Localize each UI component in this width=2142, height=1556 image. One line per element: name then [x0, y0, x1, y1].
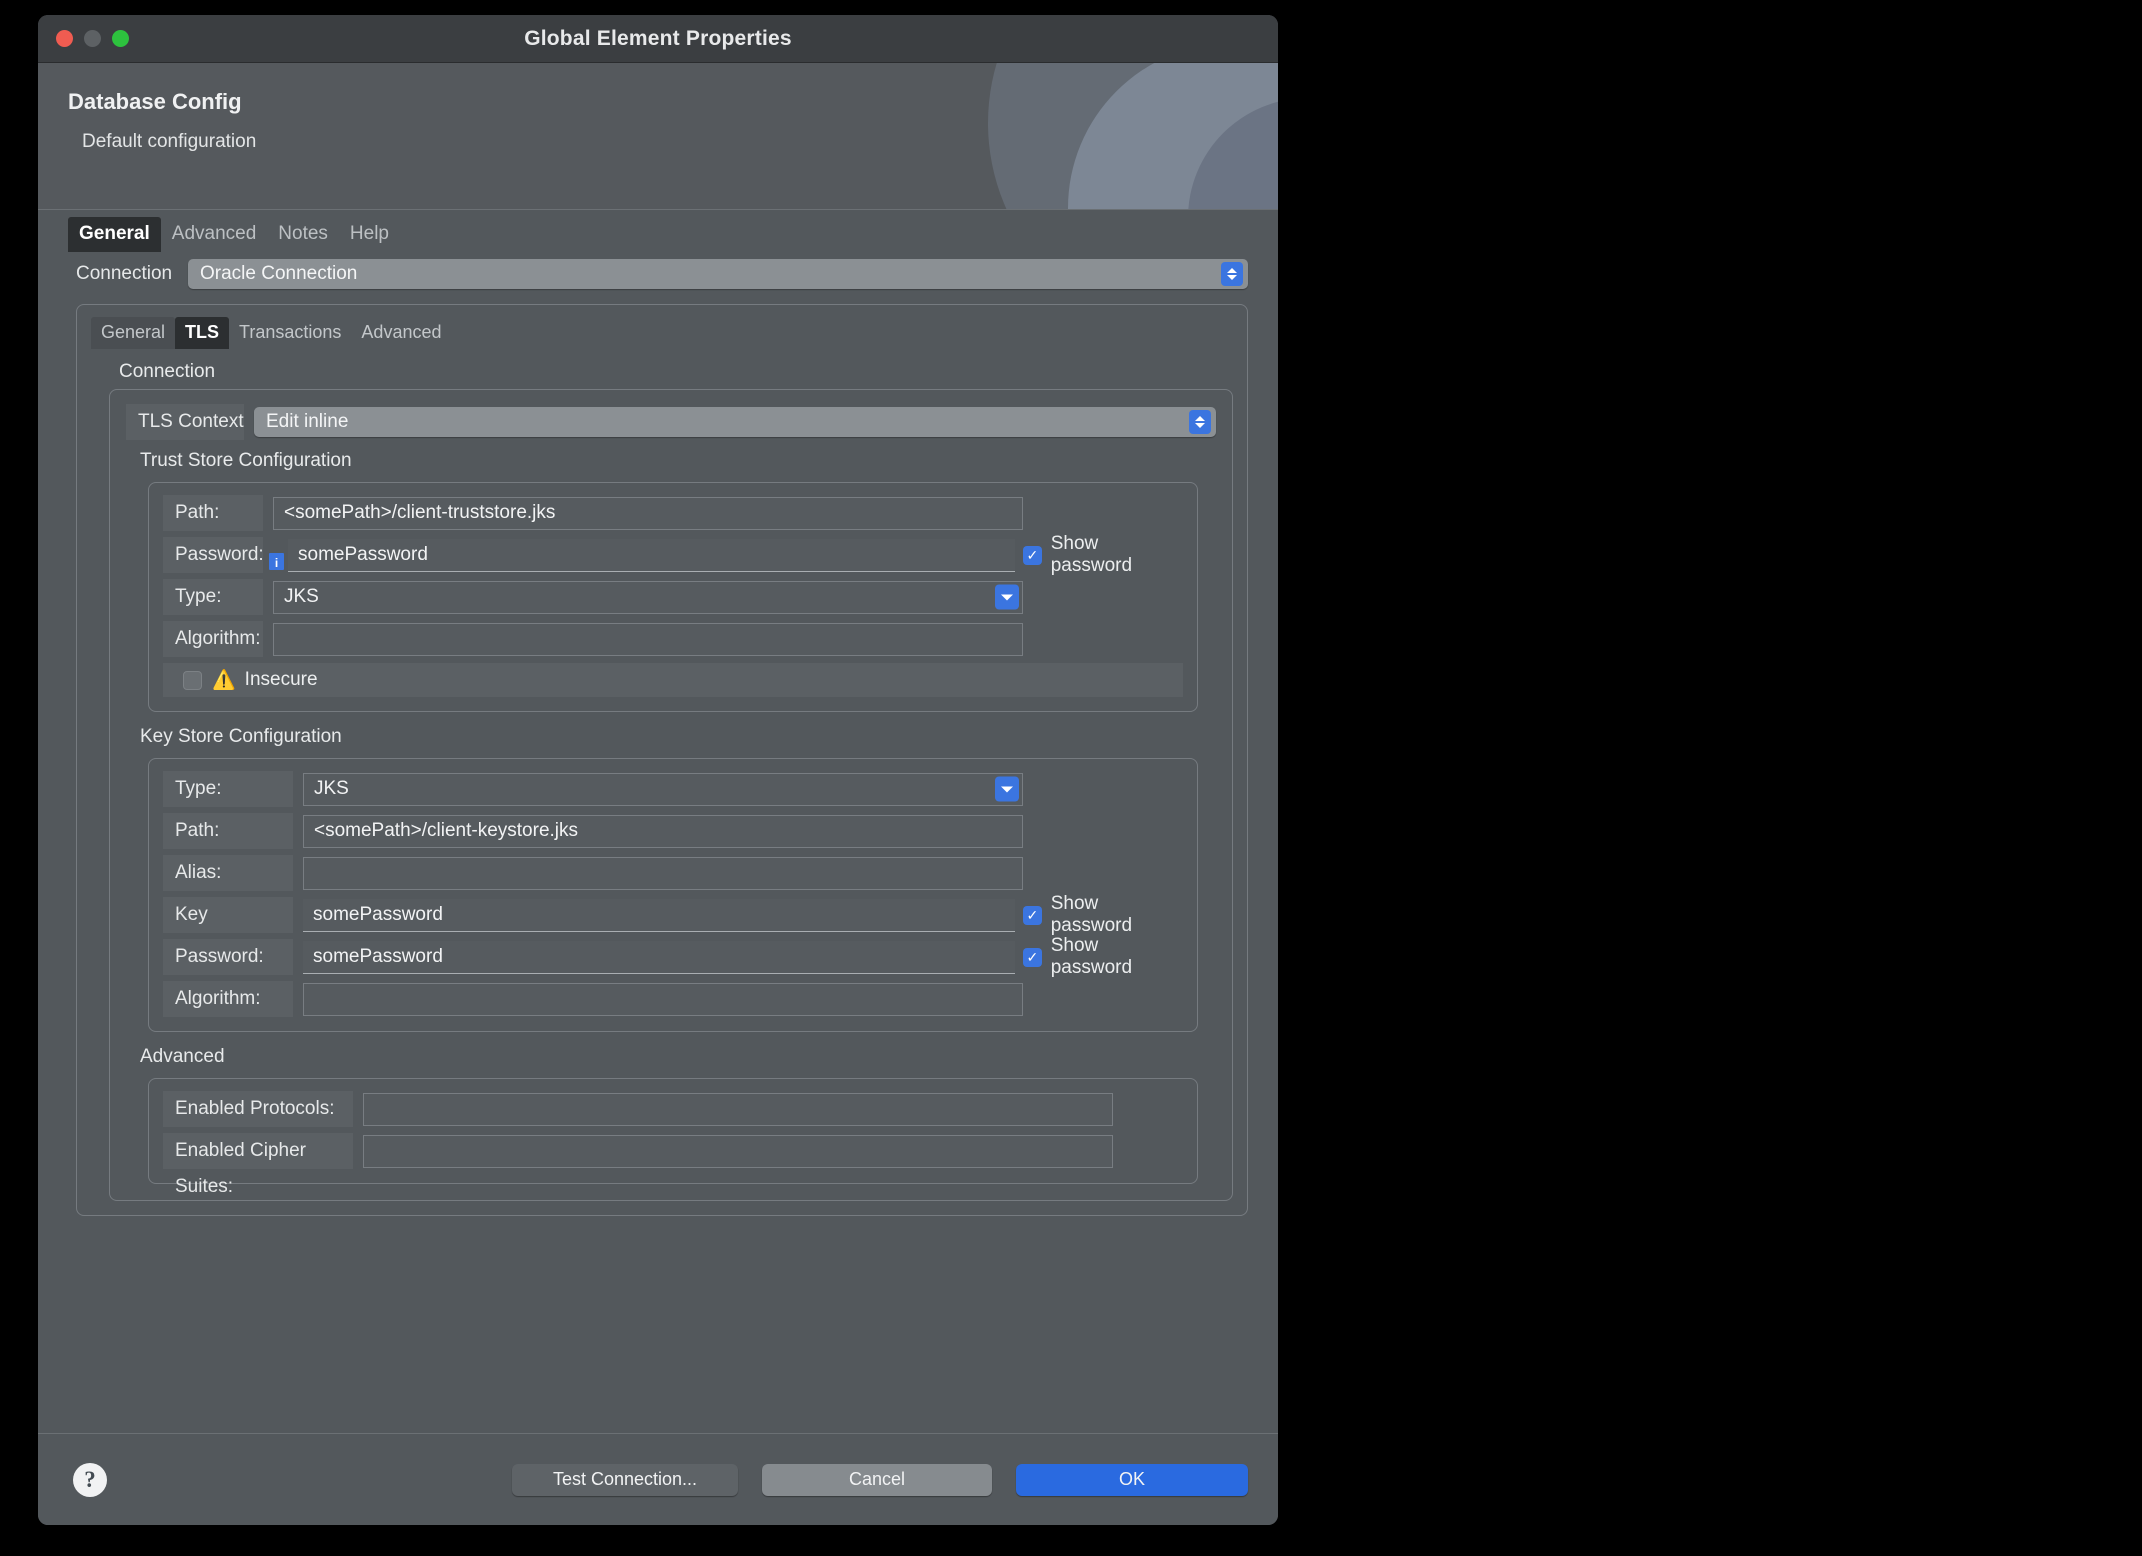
trust-algorithm-row: Algorithm:: [163, 621, 1183, 657]
dialog-footer: ? Test Connection... Cancel OK: [38, 1433, 1278, 1525]
trust-password-input[interactable]: somePassword: [288, 538, 1015, 572]
tab-notes[interactable]: Notes: [267, 217, 339, 252]
window-title: Global Element Properties: [524, 26, 792, 50]
key-alias-row: Alias:: [163, 855, 1183, 891]
advanced-title: Advanced: [140, 1046, 225, 1067]
warning-triangle-icon: ⚠️: [212, 670, 236, 691]
window-titlebar: Global Element Properties: [38, 15, 1278, 63]
connection-settings-panel: General TLS Transactions Advanced Connec…: [76, 304, 1248, 1216]
key-algorithm-label: Algorithm:: [163, 981, 293, 1017]
chevron-down-icon[interactable]: [995, 584, 1019, 610]
trust-path-label: Path:: [163, 495, 263, 531]
trust-path-input[interactable]: <somePath>/client-truststore.jks: [273, 496, 1023, 530]
outer-tab-bar: General Advanced Notes Help: [38, 210, 1278, 252]
trust-path-row: Path: <somePath>/client-truststore.jks: [163, 495, 1183, 531]
insecure-row[interactable]: ⚠️ Insecure: [163, 663, 1183, 697]
trust-show-password-toggle[interactable]: ✓ Show password: [1023, 533, 1183, 577]
key-store-title: Key Store Configuration: [140, 726, 342, 747]
trust-password-label: Password:: [163, 537, 264, 573]
chevron-updown-icon[interactable]: [1221, 262, 1243, 286]
store-password-row: Password: somePassword ✓ Show password: [163, 935, 1183, 978]
config-header: Database Config Default configuration: [38, 63, 1278, 210]
checkbox-unchecked-icon[interactable]: [183, 670, 202, 690]
tls-context-row: TLS Context Edit inline: [126, 404, 1216, 440]
key-password-input[interactable]: somePassword: [303, 898, 1015, 932]
key-type-row: Type: JKS: [163, 771, 1183, 807]
key-password-show-toggle[interactable]: ✓ Show password: [1023, 893, 1183, 937]
trust-type-label: Type:: [163, 579, 263, 615]
chevron-down-icon[interactable]: [995, 776, 1019, 802]
key-algorithm-input[interactable]: [303, 982, 1023, 1016]
tab-help[interactable]: Help: [339, 217, 400, 252]
key-path-input[interactable]: <somePath>/client-keystore.jks: [303, 814, 1023, 848]
trust-algorithm-label: Algorithm:: [163, 621, 263, 657]
enabled-protocols-input[interactable]: [363, 1092, 1113, 1126]
insecure-label: Insecure: [244, 669, 318, 690]
tab-advanced[interactable]: Advanced: [161, 217, 268, 252]
key-password-row: Key Password: somePassword ✓ Show passwo…: [163, 893, 1183, 961]
store-password-show-toggle[interactable]: ✓ Show password: [1023, 935, 1183, 979]
enabled-protocols-label: Enabled Protocols:: [163, 1091, 353, 1127]
tab-inner-general[interactable]: General: [91, 317, 176, 349]
global-element-properties-window: Global Element Properties Database Confi…: [38, 15, 1278, 1525]
connection-row: Connection Oracle Connection: [76, 252, 1248, 296]
enabled-cipher-suites-label: Enabled Cipher Suites:: [163, 1133, 353, 1197]
checkbox-checked-icon[interactable]: ✓: [1023, 545, 1042, 565]
tls-context-select[interactable]: Edit inline: [254, 407, 1216, 437]
chevron-updown-icon[interactable]: [1189, 410, 1211, 434]
tls-connection-panel: TLS Context Edit inline Trust Store Conf…: [109, 389, 1233, 1201]
advanced-panel: Enabled Protocols: Enabled Cipher Suites…: [148, 1078, 1198, 1197]
info-icon[interactable]: i: [269, 552, 284, 570]
tab-inner-advanced[interactable]: Advanced: [351, 317, 451, 349]
cancel-button[interactable]: Cancel: [762, 1463, 992, 1496]
connection-select[interactable]: Oracle Connection: [188, 259, 1248, 289]
key-path-row: Path: <somePath>/client-keystore.jks: [163, 813, 1183, 849]
key-type-combo[interactable]: JKS: [303, 772, 1023, 806]
inner-tab-bar: General TLS Transactions Advanced: [91, 315, 1233, 349]
key-password-show-label: Show password: [1050, 893, 1133, 936]
footer-buttons: Test Connection... Cancel OK: [512, 1463, 1248, 1496]
store-password-input[interactable]: somePassword: [303, 940, 1015, 974]
trust-show-password-label: Show password: [1050, 533, 1133, 576]
trust-store-title: Trust Store Configuration: [140, 450, 352, 471]
ok-button[interactable]: OK: [1016, 1463, 1248, 1496]
page-subtitle: Default configuration: [82, 131, 257, 152]
key-algorithm-row: Algorithm:: [163, 981, 1183, 1017]
key-path-label: Path:: [163, 813, 293, 849]
tab-inner-tls[interactable]: TLS: [175, 317, 230, 349]
page-title: Database Config: [68, 89, 242, 114]
trust-store-panel: Path: <somePath>/client-truststore.jks P…: [148, 482, 1198, 712]
connection-label: Connection: [76, 263, 173, 284]
test-connection-button[interactable]: Test Connection...: [512, 1463, 738, 1496]
trust-type-value: JKS: [284, 586, 319, 607]
connection-value: Oracle Connection: [200, 263, 358, 284]
tab-inner-transactions[interactable]: Transactions: [229, 317, 351, 349]
tls-context-value: Edit inline: [266, 411, 349, 432]
enabled-protocols-row: Enabled Protocols:: [163, 1091, 1183, 1127]
help-icon[interactable]: ?: [73, 1462, 107, 1497]
tls-context-label: TLS Context: [126, 404, 244, 440]
key-password-label: Key Password:: [163, 897, 293, 961]
connection-group-title: Connection: [119, 361, 216, 382]
checkbox-checked-icon[interactable]: ✓: [1023, 905, 1042, 925]
key-alias-label: Alias:: [163, 855, 293, 891]
tab-general[interactable]: General: [68, 217, 161, 252]
key-alias-input[interactable]: [303, 856, 1023, 890]
trust-password-row: Password: i somePassword ✓ Show password: [163, 533, 1183, 576]
store-password-label: Password:: [163, 939, 293, 975]
enabled-cipher-suites-input[interactable]: [363, 1134, 1113, 1168]
enabled-cipher-suites-row: Enabled Cipher Suites:: [163, 1133, 1183, 1197]
key-type-label: Type:: [163, 771, 293, 807]
key-type-value: JKS: [314, 778, 349, 799]
store-password-show-label: Show password: [1050, 935, 1133, 978]
key-store-panel: Type: JKS Path: <somePath>/client-keysto…: [148, 758, 1198, 1032]
checkbox-checked-icon[interactable]: ✓: [1023, 947, 1042, 967]
trust-algorithm-input[interactable]: [273, 622, 1023, 656]
trust-type-row: Type: JKS: [163, 579, 1183, 615]
trust-type-combo[interactable]: JKS: [273, 580, 1023, 614]
